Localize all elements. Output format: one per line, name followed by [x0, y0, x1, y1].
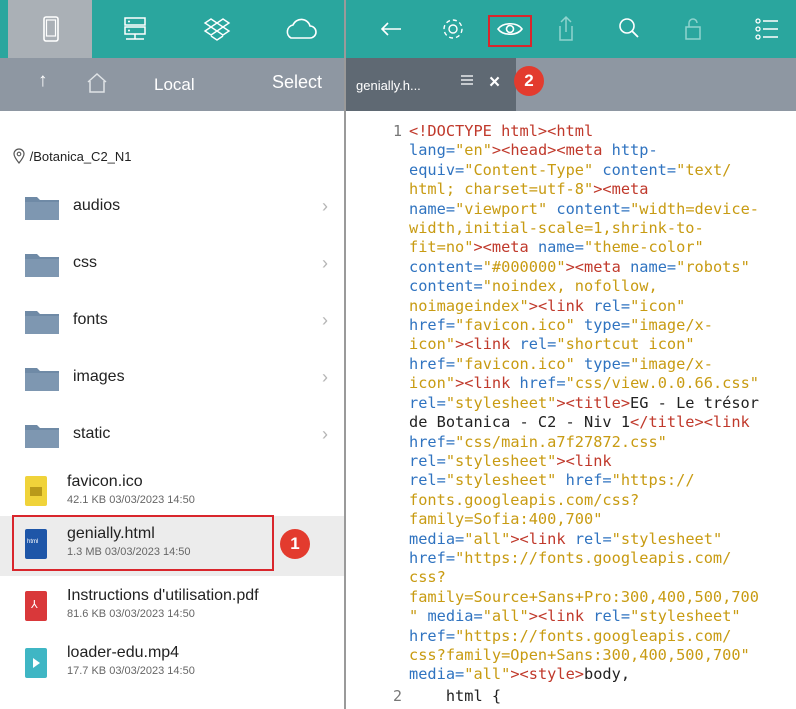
location-pin-icon [12, 148, 26, 167]
annotation-highlight-box [12, 515, 274, 571]
video-file-icon [25, 648, 47, 678]
device-icon[interactable] [36, 14, 66, 44]
search-icon[interactable] [614, 14, 644, 44]
folder-row-fonts[interactable]: fonts › [0, 298, 344, 348]
tab-lines-icon[interactable] [460, 72, 474, 93]
up-arrow-icon[interactable]: ↑ [38, 70, 48, 92]
file-name: favicon.ico [67, 473, 143, 490]
code-line-2: html { [409, 687, 502, 705]
folder-icon [25, 254, 59, 277]
editor-toolbar [346, 0, 796, 58]
folder-row-audios[interactable]: audios › [0, 184, 344, 234]
server-icon[interactable] [120, 14, 150, 44]
line-number: 1 [392, 122, 402, 140]
file-meta: 42.1 KB 03/03/2023 14:50 [67, 494, 195, 506]
annotation-badge-1: 1 [280, 529, 310, 559]
file-name: Instructions d'utilisation.pdf [67, 587, 259, 604]
file-meta: 17.7 KB 03/03/2023 14:50 [67, 665, 195, 677]
image-file-icon [25, 476, 47, 506]
select-button[interactable]: Select [272, 72, 322, 93]
home-icon[interactable] [85, 71, 109, 100]
pdf-file-icon: ⅄ [25, 591, 47, 621]
folder-name: fonts [73, 311, 108, 328]
folder-name: static [73, 425, 111, 442]
chevron-right-icon: › [322, 310, 328, 330]
folder-row-static[interactable]: static › [0, 412, 344, 462]
tab-genially[interactable]: genially.h... × [346, 58, 516, 111]
gear-icon[interactable] [438, 14, 468, 44]
file-row-favicon[interactable]: favicon.ico 42.1 KB 03/03/2023 14:50 [0, 468, 344, 514]
chevron-right-icon: › [322, 424, 328, 444]
cloud-icon[interactable] [282, 14, 318, 44]
line-number: 2 [392, 687, 402, 705]
folder-icon [25, 311, 59, 334]
current-path: /Botanica_C2_N1 [12, 148, 132, 167]
folder-row-css[interactable]: css › [0, 241, 344, 291]
editor-panel: genially.h... × 2 1 2 <!DOCTYPE html><ht… [346, 0, 796, 709]
code-line-1: <!DOCTYPE html><html lang="en"><head><me… [409, 122, 760, 684]
tab-close-icon[interactable]: × [489, 72, 500, 94]
chevron-right-icon: › [322, 367, 328, 387]
path-text: /Botanica_C2_N1 [29, 149, 132, 164]
folder-row-images[interactable]: images › [0, 355, 344, 405]
folder-name: audios [73, 197, 121, 214]
share-icon[interactable] [551, 14, 581, 44]
location-title: Local [154, 75, 195, 94]
back-arrow-icon[interactable] [376, 14, 406, 44]
folder-icon [25, 197, 59, 220]
list-menu-icon[interactable] [751, 14, 781, 44]
chevron-right-icon: › [322, 253, 328, 273]
file-name: loader-edu.mp4 [67, 644, 180, 661]
source-tab-bar [0, 0, 344, 58]
file-row-pdf[interactable]: ⅄ Instructions d'utilisation.pdf 81.6 KB… [0, 583, 344, 629]
folder-name: images [73, 368, 125, 385]
annotation-badge-2: 2 [514, 66, 544, 96]
folder-icon [25, 368, 59, 391]
folder-name: css [73, 254, 97, 271]
folder-icon [25, 425, 59, 448]
lock-icon[interactable] [678, 14, 708, 44]
file-row-mp4[interactable]: loader-edu.mp4 17.7 KB 03/03/2023 14:50 [0, 640, 344, 686]
annotation-highlight-box [488, 15, 532, 47]
file-meta: 81.6 KB 03/03/2023 14:50 [67, 608, 195, 620]
file-browser-panel: ↑ Local Select /Botanica_C2_N1 audios › … [0, 0, 344, 709]
tab-label: genially.h... [356, 78, 421, 93]
chevron-right-icon: › [322, 196, 328, 216]
dropbox-icon[interactable] [202, 14, 232, 44]
location-nav-bar: ↑ Local Select [0, 58, 344, 111]
